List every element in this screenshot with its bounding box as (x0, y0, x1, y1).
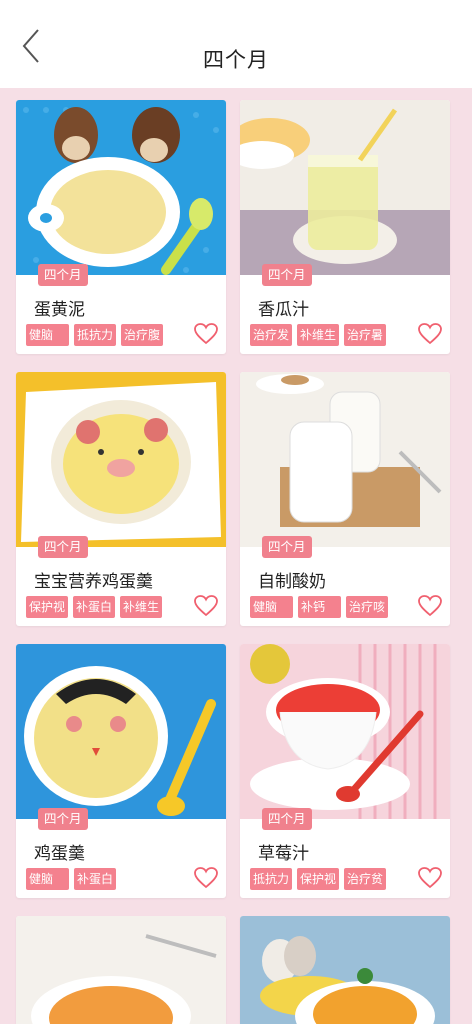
favorite-heart-icon[interactable] (194, 867, 218, 889)
tag[interactable]: 治疗发 (250, 324, 293, 346)
age-badge: 四个月 (262, 808, 312, 830)
tag[interactable]: 治疗贫 (344, 868, 387, 890)
recipe-card-baby-egg-custard[interactable]: 四个月 宝宝营养鸡蛋羹 保护视 补蛋白 补维生 (16, 372, 226, 626)
tag-list: 保护视 补蛋白 补维生 (26, 596, 167, 618)
recipe-card-homemade-yogurt[interactable]: 四个月 自制酸奶 健脑 补钙 治疗咳 (240, 372, 450, 626)
recipe-card-partial[interactable] (16, 916, 226, 1024)
recipe-image (240, 100, 450, 275)
tag[interactable]: 补维生 (120, 596, 163, 618)
age-badge: 四个月 (262, 536, 312, 558)
tag[interactable]: 抵抗力 (74, 324, 117, 346)
tag[interactable]: 保护视 (26, 596, 69, 618)
recipe-card-melon-juice[interactable]: 四个月 香瓜汁 治疗发 补维生 治疗暑 (240, 100, 450, 354)
recipe-title: 蛋黄泥 (34, 300, 85, 320)
favorite-heart-icon[interactable] (194, 323, 218, 345)
tag-list: 治疗发 补维生 治疗暑 (250, 324, 391, 346)
recipe-image (16, 916, 226, 1024)
tag[interactable]: 治疗咳 (346, 596, 389, 618)
tag-list: 抵抗力 保护视 治疗贫 (250, 868, 391, 890)
recipe-card-egg-yolk-puree[interactable]: 四个月 蛋黄泥 健脑 抵抗力 治疗腹 (16, 100, 226, 354)
favorite-heart-icon[interactable] (418, 867, 442, 889)
recipe-card-strawberry-juice[interactable]: 四个月 草莓汁 抵抗力 保护视 治疗贫 (240, 644, 450, 898)
tag[interactable]: 补钙 (298, 596, 341, 618)
tag[interactable]: 健脑 (250, 596, 293, 618)
tag[interactable]: 治疗暑 (344, 324, 387, 346)
tag[interactable]: 补维生 (297, 324, 340, 346)
recipe-image (16, 372, 226, 547)
recipe-title: 香瓜汁 (258, 300, 309, 320)
tag-list: 健脑 补蛋白 (26, 868, 121, 890)
recipe-image (240, 644, 450, 819)
page-title: 四个月 (203, 48, 269, 72)
age-badge: 四个月 (38, 808, 88, 830)
tag[interactable]: 健脑 (26, 868, 69, 890)
recipe-title: 宝宝营养鸡蛋羹 (34, 572, 153, 592)
favorite-heart-icon[interactable] (418, 323, 442, 345)
tag-list: 健脑 抵抗力 治疗腹 (26, 324, 168, 346)
recipe-image (240, 916, 450, 1024)
age-badge: 四个月 (38, 264, 88, 286)
tag[interactable]: 健脑 (26, 324, 69, 346)
recipe-card-partial[interactable] (240, 916, 450, 1024)
app-header: 四个月 (0, 0, 472, 88)
favorite-heart-icon[interactable] (418, 595, 442, 617)
recipe-title: 鸡蛋羹 (34, 844, 85, 864)
age-badge: 四个月 (38, 536, 88, 558)
favorite-heart-icon[interactable] (194, 595, 218, 617)
tag[interactable]: 补蛋白 (74, 868, 117, 890)
tag[interactable]: 抵抗力 (250, 868, 293, 890)
recipe-image (16, 644, 226, 819)
recipe-grid: 四个月 蛋黄泥 健脑 抵抗力 治疗腹 四个月 香瓜汁 治疗发 补维生 治疗暑 四… (0, 88, 472, 1024)
tag-list: 健脑 补钙 治疗咳 (250, 596, 393, 618)
recipe-image (240, 372, 450, 547)
recipe-card-egg-custard[interactable]: 四个月 鸡蛋羹 健脑 补蛋白 (16, 644, 226, 898)
recipe-title: 草莓汁 (258, 844, 309, 864)
age-badge: 四个月 (262, 264, 312, 286)
recipe-image (16, 100, 226, 275)
tag[interactable]: 保护视 (297, 868, 340, 890)
tag[interactable]: 治疗腹 (121, 324, 164, 346)
recipe-title: 自制酸奶 (258, 572, 326, 592)
tag[interactable]: 补蛋白 (73, 596, 116, 618)
